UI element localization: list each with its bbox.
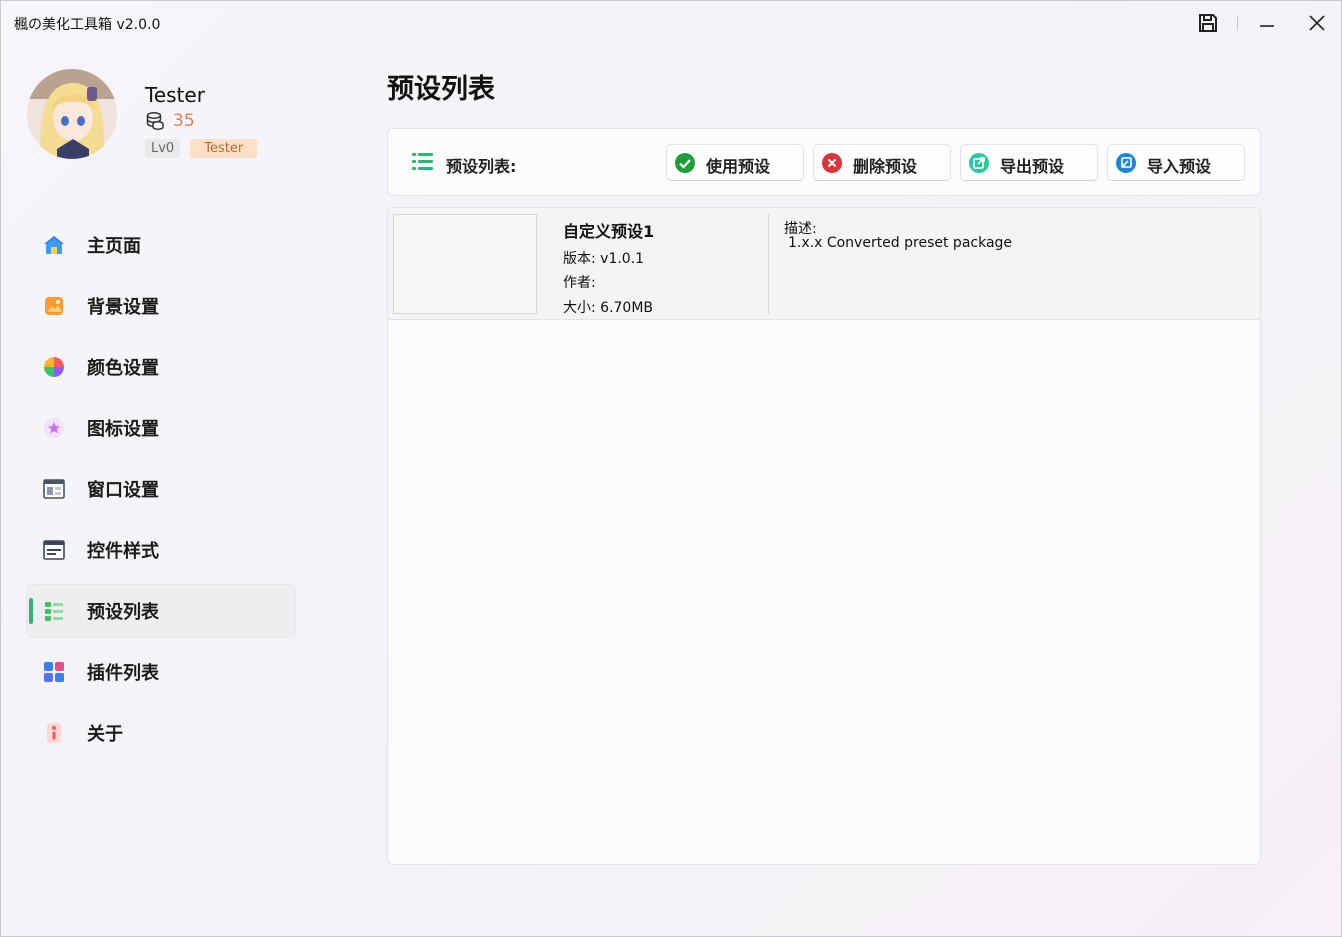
sidebar-item-color[interactable]: 颜色设置 <box>27 341 295 393</box>
save-icon <box>1199 14 1217 32</box>
preset-thumbnail <box>393 214 537 314</box>
sidebar-item-label: 背景设置 <box>87 297 159 318</box>
user-profile: Tester 35 Lv0 Tester <box>27 69 327 169</box>
sidebar-item-label: 窗口设置 <box>87 480 159 501</box>
sidebar-item-about[interactable]: 关于 <box>27 707 295 759</box>
import-preset-label: 导入预设 <box>1147 157 1212 176</box>
import-preset-button[interactable]: 导入预设 <box>1107 144 1245 181</box>
toolbar-label: 预设列表: <box>446 157 517 176</box>
check-circle-icon <box>675 153 695 173</box>
sidebar-item-label: 主页面 <box>87 236 141 257</box>
preset-list-icon <box>45 602 63 621</box>
export-preset-label: 导出预设 <box>1000 157 1065 176</box>
title-bar-separator <box>1237 16 1238 30</box>
import-icon <box>1116 153 1136 173</box>
sidebar-item-home[interactable]: 主页面 <box>27 219 295 271</box>
sidebar-item-label: 控件样式 <box>87 541 159 562</box>
home-icon <box>44 236 64 254</box>
sidebar-item-background[interactable]: 背景设置 <box>27 280 295 332</box>
preset-version: 版本: v1.0.1 <box>563 251 645 267</box>
controls-icon <box>43 540 65 560</box>
preset-list: 自定义预设1 版本: v1.0.1 作者: 大小: 6.70MB 描述: 1.x… <box>387 207 1261 865</box>
user-badges: Lv0 Tester <box>145 139 258 158</box>
close-button[interactable] <box>1302 9 1332 37</box>
role-badge: Tester <box>190 139 258 158</box>
close-icon <box>1309 15 1325 31</box>
list-item[interactable]: 自定义预设1 版本: v1.0.1 作者: 大小: 6.70MB 描述: 1.x… <box>388 208 1260 320</box>
delete-preset-label: 删除预设 <box>853 157 918 176</box>
sidebar-item-label: 预设列表 <box>87 602 159 623</box>
delete-preset-button[interactable]: 删除预设 <box>813 144 951 181</box>
app-title: 楓の美化工具箱 v2.0.0 <box>14 17 161 33</box>
minimize-button[interactable] <box>1252 9 1282 37</box>
delete-circle-icon <box>822 153 842 173</box>
coin-balance: 35 <box>145 111 195 131</box>
sidebar-nav: 主页面 背景设置 颜色设置 图标设置 窗口设置 控件样式 预设列表 插件列表 关… <box>27 219 295 768</box>
info-icon <box>47 723 61 743</box>
preset-name: 自定义预设1 <box>563 222 655 241</box>
coins-icon <box>146 111 164 130</box>
app-window: 楓の美化工具箱 v2.0.0 Tester 35 Lv0 Tester 主页面 … <box>0 0 1342 937</box>
plugin-icon <box>44 662 64 682</box>
star-icon <box>44 418 64 438</box>
sidebar-item-presets[interactable]: 预设列表 <box>27 585 295 637</box>
coin-count: 35 <box>173 111 195 131</box>
preset-toolbar: 预设列表: 使用预设 删除预设 导出预设 导入预设 <box>387 128 1261 196</box>
sidebar-item-label: 颜色设置 <box>87 358 159 379</box>
preset-divider <box>768 214 769 314</box>
preset-description: 1.x.x Converted preset package <box>788 235 1013 251</box>
avatar[interactable] <box>27 69 117 159</box>
list-icon <box>412 153 433 170</box>
minimize-icon <box>1260 25 1274 27</box>
preset-size: 大小: 6.70MB <box>563 300 654 316</box>
export-icon <box>969 153 989 173</box>
palette-icon <box>44 357 64 377</box>
use-preset-button[interactable]: 使用预设 <box>666 144 804 181</box>
image-icon <box>45 297 63 315</box>
sidebar-item-icon[interactable]: 图标设置 <box>27 402 295 454</box>
window-icon <box>43 479 65 499</box>
level-badge: Lv0 <box>145 139 181 158</box>
sidebar-item-label: 插件列表 <box>87 663 159 684</box>
preset-author: 作者: <box>563 275 596 291</box>
username: Tester <box>145 83 205 107</box>
page-title: 预设列表 <box>387 74 495 105</box>
sidebar-item-plugins[interactable]: 插件列表 <box>27 646 295 698</box>
export-preset-button[interactable]: 导出预设 <box>960 144 1098 181</box>
sidebar-item-label: 图标设置 <box>87 419 159 440</box>
save-button[interactable] <box>1193 9 1223 37</box>
use-preset-label: 使用预设 <box>706 157 771 176</box>
title-bar: 楓の美化工具箱 v2.0.0 <box>1 1 1341 45</box>
sidebar-item-label: 关于 <box>87 724 123 745</box>
sidebar-item-controls[interactable]: 控件样式 <box>27 524 295 576</box>
sidebar-item-window[interactable]: 窗口设置 <box>27 463 295 515</box>
